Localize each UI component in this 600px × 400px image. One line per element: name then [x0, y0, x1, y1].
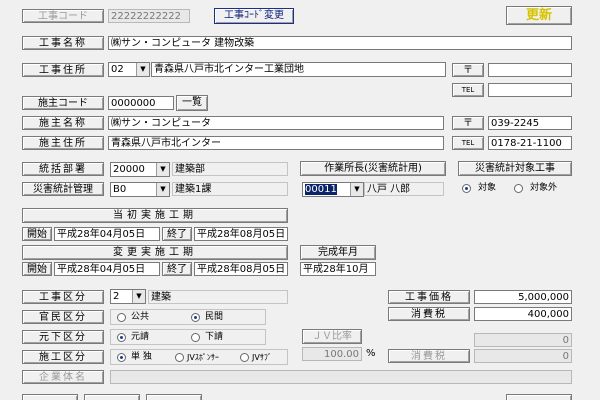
update-button[interactable]: 更新: [506, 6, 572, 25]
jv-ratio-label: ＪＶ比率: [302, 329, 362, 344]
target-radio-off[interactable]: [514, 184, 523, 193]
motoshita-radio-sub[interactable]: [191, 333, 200, 342]
koji-pref-combo[interactable]: 02 ▼: [108, 62, 150, 77]
changed-period-title[interactable]: 変更実施工期: [22, 245, 288, 260]
jv-tax-label: 消費税: [388, 349, 470, 363]
koji-kubun-label[interactable]: 工事区分: [22, 290, 104, 304]
seko-single-label: 単 独: [131, 352, 152, 362]
koji-postal-button[interactable]: 〒: [452, 63, 484, 77]
koji-code-label: 工事コード: [22, 9, 104, 23]
motoshita-label[interactable]: 元下区分: [22, 330, 104, 344]
saigai-code: B0: [113, 184, 127, 195]
sagyo-combo[interactable]: 00011 ▼: [302, 182, 364, 197]
sagyo-name-field: 八戸 八郎: [364, 182, 444, 196]
seko-label[interactable]: 施工区分: [22, 350, 104, 364]
initial-end-field[interactable]: 平成28年08月05日: [194, 227, 288, 241]
chevron-down-icon[interactable]: ▼: [156, 183, 169, 196]
seshu-address-field[interactable]: 青森県八戸市北インター: [108, 136, 444, 150]
changed-end-field[interactable]: 平成28年08月05日: [194, 262, 288, 276]
seshu-list-button[interactable]: 一覧: [176, 95, 208, 111]
completion-field[interactable]: 平成28年10月: [300, 262, 376, 276]
changed-start-field[interactable]: 平成28年04月05日: [54, 262, 160, 276]
saigai-target-button[interactable]: 災害統計対象工事: [458, 161, 572, 176]
koji-kubun-code: 2: [113, 291, 120, 302]
seko-radio-jv-sponsor[interactable]: [175, 353, 184, 362]
koji-postal-field[interactable]: [488, 63, 572, 77]
tax-field[interactable]: 400,000: [474, 307, 572, 321]
koji-price-field[interactable]: 5,000,000: [474, 290, 572, 304]
jv-tax-field: 0: [474, 349, 572, 363]
motoshita-radio-prime[interactable]: [117, 333, 126, 342]
sagyo-label-button[interactable]: 作業所長(災害統計用): [300, 161, 446, 176]
koji-name-label[interactable]: 工事名称: [22, 36, 104, 50]
koji-code-field: 22222222222: [108, 9, 190, 23]
koji-pref-value: 02: [111, 64, 124, 75]
kanmin-radio-private[interactable]: [191, 313, 200, 322]
target-off-label: 対象外: [530, 183, 558, 193]
koji-kubun-combo[interactable]: 2 ▼: [110, 289, 146, 304]
bottom-button-3[interactable]: [146, 394, 202, 400]
initial-end-button[interactable]: 終了: [162, 227, 192, 241]
initial-start-button[interactable]: 開始: [22, 227, 52, 241]
saigai-name-field: 建築1課: [172, 182, 288, 196]
tokatsu-name-field: 建築部: [172, 162, 288, 176]
seshu-address-label[interactable]: 施主住所: [22, 136, 104, 150]
initial-period-title[interactable]: 当初実施工期: [22, 208, 288, 223]
bottom-button-2[interactable]: [84, 394, 140, 400]
motoshita-sub-label: 下請: [205, 332, 224, 342]
kigyo-label: 企業体名: [22, 370, 104, 384]
seko-radio-jv-sub[interactable]: [240, 353, 249, 362]
seshu-postal-field[interactable]: 039-2245: [488, 116, 572, 130]
tokatsu-code: 20000: [113, 164, 145, 175]
chevron-down-icon[interactable]: ▼: [132, 290, 145, 303]
chevron-down-icon[interactable]: ▼: [136, 63, 149, 76]
code-change-button[interactable]: 工事ｺｰﾄﾞ変更: [214, 8, 294, 24]
koji-kubun-name: 建築: [148, 290, 288, 304]
seko-radio-single[interactable]: [117, 353, 126, 362]
koji-name-field[interactable]: ㈱サン・コンピュータ 建物改築: [108, 36, 572, 50]
kanmin-label[interactable]: 官民区分: [22, 310, 104, 324]
target-on-label: 対象: [478, 183, 497, 193]
kigyo-field: [110, 370, 572, 384]
seko-jv-sub-label: JVｻﾌﾞ: [252, 353, 272, 362]
koji-tel-field[interactable]: [488, 83, 572, 97]
seshu-name-label[interactable]: 施主名称: [22, 116, 104, 130]
jv-ratio-unit: %: [366, 348, 376, 359]
seshu-tel-button[interactable]: TEL: [452, 136, 484, 150]
koji-price-label[interactable]: 工事価格: [388, 290, 470, 304]
seshu-tel-field[interactable]: 0178-21-1100: [488, 136, 572, 150]
completion-label[interactable]: 完成年月: [300, 245, 376, 260]
tax-label[interactable]: 消費税: [388, 307, 470, 321]
saigai-kanri-label[interactable]: 災害統計管理: [22, 182, 104, 196]
seshu-code-label[interactable]: 施主コード: [22, 96, 104, 110]
changed-start-button[interactable]: 開始: [22, 262, 52, 276]
chevron-down-icon[interactable]: ▼: [350, 183, 363, 196]
jv-ratio-field: 100.00: [302, 347, 362, 361]
koji-address-label[interactable]: 工事住所: [22, 63, 104, 77]
chevron-down-icon[interactable]: ▼: [156, 163, 169, 176]
kanmin-public-label: 公共: [131, 312, 150, 322]
tokatsu-label[interactable]: 統括部署: [22, 162, 104, 176]
changed-end-button[interactable]: 終了: [162, 262, 192, 276]
bottom-button-4[interactable]: [506, 394, 572, 400]
seshu-code-field[interactable]: 0000000: [108, 96, 174, 110]
seko-jv-sponsor-label: JVｽﾎﾟﾝｻｰ: [187, 353, 219, 362]
sagyo-code: 00011: [305, 184, 337, 195]
target-radio-on[interactable]: [462, 184, 471, 193]
tokatsu-combo[interactable]: 20000 ▼: [110, 162, 170, 177]
kanmin-private-label: 民間: [205, 312, 224, 322]
saigai-combo[interactable]: B0 ▼: [110, 182, 170, 197]
initial-start-field[interactable]: 平成28年04月05日: [54, 227, 160, 241]
koji-address-field[interactable]: 青森県八戸市北インター工業団地: [151, 62, 446, 77]
seshu-name-field[interactable]: ㈱サン・コンピュータ: [108, 116, 444, 130]
koji-tel-button[interactable]: TEL: [452, 83, 484, 97]
jv-price-field: 0: [474, 333, 572, 347]
seshu-postal-button[interactable]: 〒: [452, 116, 484, 130]
kanmin-radio-public[interactable]: [117, 313, 126, 322]
motoshita-prime-label: 元請: [131, 332, 150, 342]
bottom-button-1[interactable]: [22, 394, 78, 400]
